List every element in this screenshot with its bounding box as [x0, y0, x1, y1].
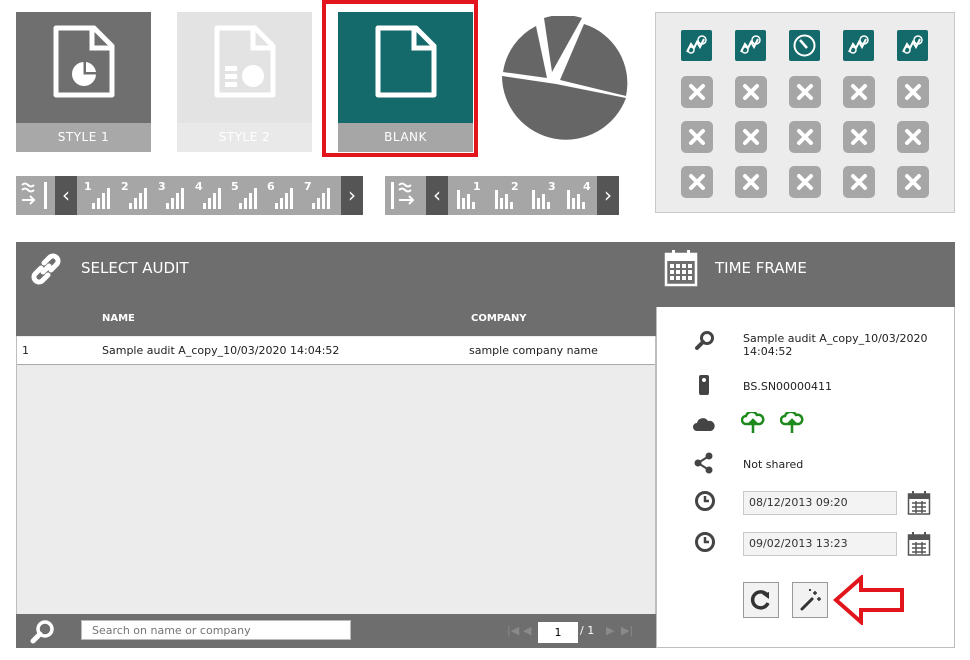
time-frame-title: TIME FRAME — [715, 259, 807, 277]
close-icon[interactable] — [681, 76, 713, 108]
share-icon — [694, 452, 713, 474]
device-icon — [699, 375, 709, 395]
device-serial: BS.SN00000411 — [743, 380, 833, 393]
link-icon — [31, 253, 61, 285]
search-icon — [695, 331, 714, 350]
prev-button[interactable]: ‹ — [426, 176, 448, 215]
close-icon[interactable] — [735, 166, 767, 198]
cloud-icon — [693, 418, 715, 431]
close-icon[interactable] — [843, 76, 875, 108]
sequence-item-7[interactable]: 7 — [304, 176, 339, 215]
close-icon[interactable] — [789, 121, 821, 153]
next-button[interactable]: › — [341, 176, 363, 215]
last-page-button[interactable]: ▶| — [621, 624, 633, 637]
first-page-button[interactable]: |◀ — [507, 624, 519, 637]
row-company: sample company name — [469, 344, 598, 357]
close-icon[interactable] — [897, 76, 929, 108]
close-icon[interactable] — [681, 166, 713, 198]
clock-icon — [695, 491, 715, 511]
sequence-item-5[interactable]: 5 — [231, 176, 266, 215]
refresh-icon — [750, 590, 770, 610]
next-button[interactable]: › — [597, 176, 619, 215]
document-pie-icon — [53, 25, 115, 98]
sequence-item-6[interactable]: 6 — [267, 176, 302, 215]
magic-wand-icon — [800, 589, 821, 611]
sequence-item-1[interactable]: 1 — [453, 176, 488, 215]
calendar-icon — [664, 250, 698, 287]
sequence-item-1[interactable]: 1 — [84, 176, 119, 215]
cloud-upload-icon[interactable] — [780, 412, 804, 434]
close-icon[interactable] — [843, 166, 875, 198]
pie-chart-icon[interactable] — [498, 16, 630, 146]
close-icon[interactable] — [735, 121, 767, 153]
close-icon[interactable] — [897, 166, 929, 198]
page-total: / 1 — [580, 624, 595, 637]
gauge-icon[interactable] — [789, 30, 820, 61]
magic-wand-button[interactable] — [792, 582, 828, 618]
close-icon[interactable] — [843, 121, 875, 153]
sequence-item-2[interactable]: 2 — [121, 176, 156, 215]
chart-type-icon[interactable] — [681, 30, 712, 61]
close-icon[interactable] — [735, 76, 767, 108]
chart-type-icon[interactable] — [735, 30, 766, 61]
sequence-item-2[interactable]: 2 — [491, 176, 526, 215]
search-input[interactable] — [81, 620, 351, 640]
document-table-icon — [214, 25, 276, 98]
chart-type-icon[interactable] — [843, 30, 874, 61]
row-index: 1 — [22, 344, 29, 357]
row-name: Sample audit A_copy_10/03/2020 14:04:52 — [102, 344, 340, 357]
start-date-field[interactable]: 08/12/2013 09:20 — [743, 491, 897, 515]
highlight-arrow — [833, 575, 904, 625]
search-icon — [30, 620, 54, 644]
page-number-input[interactable] — [538, 622, 578, 643]
close-icon[interactable] — [681, 121, 713, 153]
sequence-item-4[interactable]: 4 — [195, 176, 230, 215]
cloud-upload-icon[interactable] — [741, 412, 765, 434]
close-icon[interactable] — [789, 166, 821, 198]
column-header-company[interactable]: COMPANY — [471, 313, 527, 324]
sequence-item-3[interactable]: 3 — [158, 176, 193, 215]
close-icon[interactable] — [789, 76, 821, 108]
style-2-tile[interactable]: STYLE 2 — [177, 12, 312, 152]
style-1-label: STYLE 1 — [16, 123, 151, 152]
sequence-item-3[interactable]: 3 — [528, 176, 563, 215]
style-1-tile[interactable]: STYLE 1 — [16, 12, 151, 152]
style-2-label: STYLE 2 — [177, 123, 312, 152]
selected-audit-name: Sample audit A_copy_10/03/2020 14:04:52 — [743, 332, 928, 358]
prev-button[interactable]: ‹ — [55, 176, 77, 215]
column-header-name[interactable]: NAME — [102, 313, 135, 324]
sequence-type-icon[interactable] — [16, 176, 54, 215]
end-date-field[interactable]: 09/02/2013 13:23 — [743, 532, 897, 556]
clock-icon — [695, 532, 715, 552]
sequence-item-4[interactable]: 4 — [563, 176, 598, 215]
next-page-button[interactable]: ▶ — [606, 624, 614, 637]
sharing-status: Not shared — [743, 458, 804, 471]
close-icon[interactable] — [897, 121, 929, 153]
chart-type-grid — [655, 12, 955, 213]
sequence-bar-1: ‹ 1 2 3 4 5 6 7 › — [16, 176, 363, 215]
audit-title: SELECT AUDIT — [81, 259, 189, 277]
calendar-icon[interactable] — [907, 491, 931, 516]
selection-highlight — [322, 0, 478, 157]
refresh-button[interactable] — [743, 582, 779, 618]
sequence-type-icon[interactable] — [385, 176, 423, 215]
chart-type-icon[interactable] — [897, 30, 928, 61]
sequence-bar-2: ‹ 1 2 3 4 › — [385, 176, 619, 215]
prev-page-button[interactable]: ◀ — [523, 624, 531, 637]
calendar-icon[interactable] — [907, 532, 931, 557]
